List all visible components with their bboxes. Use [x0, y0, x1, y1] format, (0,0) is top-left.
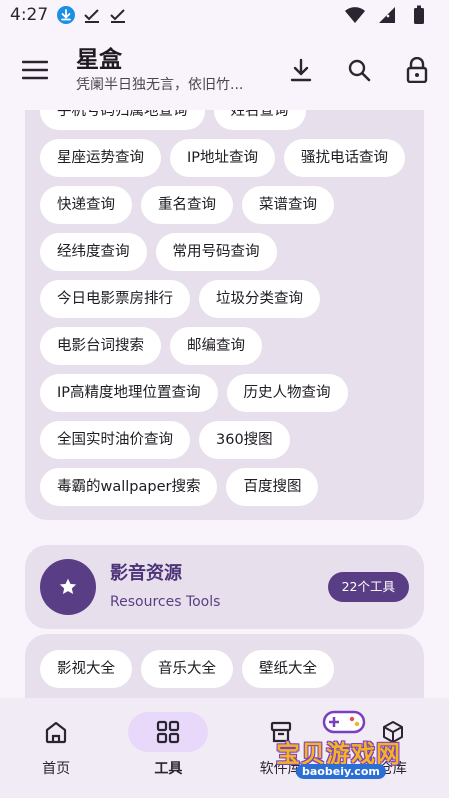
chip-baidu-image[interactable]: 百度搜图 — [226, 468, 319, 506]
nav-label-repo: 仓库 — [378, 761, 407, 777]
wifi-icon — [345, 5, 365, 25]
app-title: 星盒 — [76, 47, 122, 73]
tool-count-badge: 22个工具 — [327, 572, 409, 602]
status-time: 4:27 — [10, 5, 49, 25]
chip-group-media: 影视大全 音乐大全 壁纸大全 — [25, 634, 424, 688]
chip-name-query[interactable]: 姓名查询 — [213, 110, 306, 130]
tools-card-media: 影视大全 音乐大全 壁纸大全 — [25, 634, 424, 698]
menu-button[interactable] — [20, 55, 50, 85]
download-icon — [290, 58, 312, 82]
chip-ip-precise[interactable]: IP高精度地理位置查询 — [40, 374, 218, 412]
box-icon — [270, 721, 291, 743]
search-icon — [348, 59, 371, 82]
check-notification-icon-2 — [108, 5, 128, 25]
section-subtitle: Resources Tools — [110, 594, 221, 610]
nav-item-tools[interactable]: 工具 — [118, 712, 218, 798]
battery-icon — [409, 5, 429, 25]
content-scroll[interactable]: 手机号码归属地查询 姓名查询 星座运势查询 IP地址查询 骚扰电话查询 快递查询… — [0, 110, 449, 698]
home-icon — [46, 721, 67, 744]
lock-icon — [406, 57, 428, 83]
nav-item-repo[interactable]: 仓库 — [343, 712, 443, 798]
bottom-nav: 首页 工具 软件库 仓库 — [0, 698, 449, 798]
chip-latlng[interactable]: 经纬度查询 — [40, 233, 147, 271]
chip-box-office[interactable]: 今日电影票房排行 — [40, 280, 190, 318]
app-bar: 星盒 凭阑半日独无言，依旧竹... — [0, 30, 449, 110]
download-notification-icon — [56, 5, 76, 25]
nav-item-home[interactable]: 首页 — [6, 712, 106, 798]
title-block: 星盒 凭阑半日独无言，依旧竹... — [76, 45, 273, 95]
chip-horoscope[interactable]: 星座运势查询 — [40, 139, 161, 177]
nav-item-software[interactable]: 软件库 — [231, 712, 331, 798]
section-title: 影音资源 — [110, 563, 182, 584]
chip-duplicate-name[interactable]: 重名查询 — [141, 186, 233, 224]
chip-phone-location[interactable]: 手机号码归属地查询 — [40, 110, 205, 130]
nav-label-tools: 工具 — [154, 761, 183, 777]
download-button[interactable] — [283, 52, 319, 88]
menu-icon — [22, 60, 48, 80]
chip-music[interactable]: 音乐大全 — [141, 650, 233, 688]
chip-movie-quote[interactable]: 电影台词搜索 — [40, 327, 161, 365]
tools-card-query: 手机号码归属地查询 姓名查询 星座运势查询 IP地址查询 骚扰电话查询 快递查询… — [25, 110, 424, 520]
section-icon — [40, 559, 96, 615]
cube-icon — [382, 721, 403, 743]
lock-button[interactable] — [399, 52, 435, 88]
chip-garbage[interactable]: 垃圾分类查询 — [199, 280, 320, 318]
chip-recipe[interactable]: 菜谱查询 — [242, 186, 334, 224]
app-subtitle: 凭阑半日独无言，依旧竹... — [76, 77, 244, 93]
chip-express[interactable]: 快递查询 — [40, 186, 132, 224]
nav-label-software: 软件库 — [259, 761, 302, 777]
chip-wallpapers[interactable]: 壁纸大全 — [242, 650, 334, 688]
nav-label-home: 首页 — [42, 761, 71, 777]
star-icon — [59, 578, 77, 594]
chip-spam-call[interactable]: 骚扰电话查询 — [284, 139, 406, 177]
chip-movies[interactable]: 影视大全 — [40, 650, 132, 688]
status-bar: 4:27 — [0, 0, 449, 30]
search-button[interactable] — [341, 52, 377, 88]
chip-360-image[interactable]: 360搜图 — [199, 421, 290, 459]
grid-icon — [157, 720, 180, 744]
chip-history-person[interactable]: 历史人物查询 — [226, 374, 348, 412]
chip-common-numbers[interactable]: 常用号码查询 — [155, 233, 277, 271]
chip-group: 手机号码归属地查询 姓名查询 星座运势查询 IP地址查询 骚扰电话查询 快递查询… — [25, 110, 424, 506]
signal-icon — [377, 5, 397, 25]
chip-oil-price[interactable]: 全国实时油价查询 — [40, 421, 190, 459]
chip-wallpaper-search[interactable]: 毒霸的wallpaper搜索 — [40, 468, 218, 506]
section-header-media[interactable]: 影音资源 Resources Tools 22个工具 — [25, 545, 424, 629]
check-notification-icon — [82, 5, 102, 25]
chip-postcode[interactable]: 邮编查询 — [170, 327, 262, 365]
chip-ip-lookup[interactable]: IP地址查询 — [170, 139, 276, 177]
